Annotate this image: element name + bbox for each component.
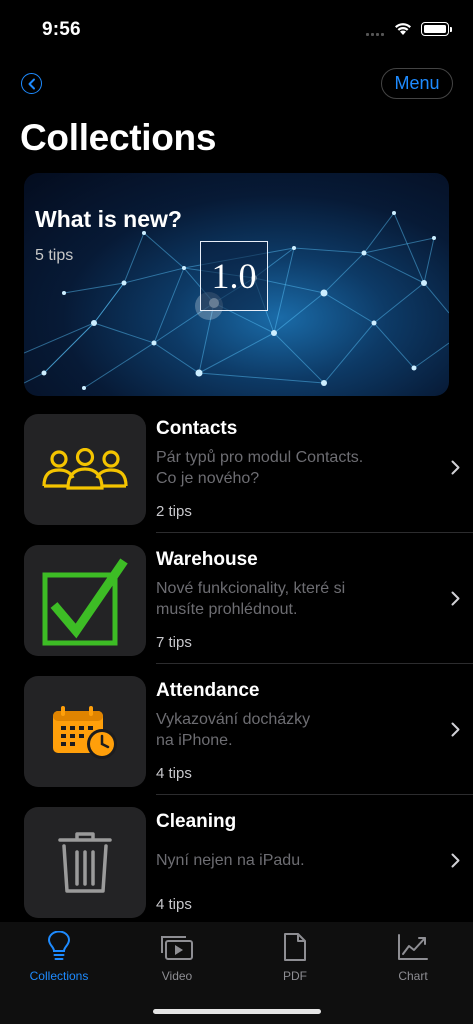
description-line: Nyní nejen na iPadu. — [156, 852, 305, 869]
collection-description: Pár typů pro modul Contacts. Co je novéh… — [156, 447, 416, 489]
menu-button[interactable]: Menu — [381, 68, 453, 99]
battery-icon — [421, 22, 452, 36]
description-line: musíte prohlédnout. — [156, 601, 298, 618]
collection-tips-count: 7 tips — [156, 634, 192, 651]
version-badge: 1.0 — [200, 241, 268, 311]
description-line: Co je nového? — [156, 470, 260, 487]
collection-title: Cleaning — [156, 811, 237, 832]
description-line: Vykazování docházky — [156, 711, 311, 728]
tab-label: PDF — [283, 969, 307, 983]
chevron-left-icon — [28, 78, 35, 89]
trash-icon — [58, 831, 112, 893]
collection-icon-tile — [24, 414, 146, 525]
collection-icon-tile — [24, 676, 146, 787]
hero-title: What is new? — [35, 206, 182, 232]
collection-title: Attendance — [156, 680, 260, 701]
video-stack-icon — [161, 936, 193, 960]
description-line: Nové funkcionality, které si — [156, 580, 346, 597]
chevron-right-icon — [451, 722, 460, 737]
collection-tips-count: 4 tips — [156, 765, 192, 782]
chevron-right-icon — [451, 853, 460, 868]
page-title: Collections — [20, 117, 217, 158]
collection-description: Nyní nejen na iPadu. — [156, 850, 416, 871]
collection-description: Nové funkcionality, které si musíte proh… — [156, 578, 416, 620]
document-icon — [284, 933, 306, 961]
status-bar: 9:56 — [0, 0, 473, 56]
tab-label: Chart — [398, 969, 428, 983]
collection-item-attendance[interactable]: Attendance Vykazování docházky na iPhone… — [24, 676, 473, 787]
people-group-icon — [42, 447, 128, 490]
collection-title: Contacts — [156, 418, 238, 439]
collection-item-cleaning[interactable]: Cleaning Nyní nejen na iPadu. 4 tips — [24, 807, 473, 918]
lightbulb-icon — [48, 931, 70, 960]
cellular-signal-icon — [366, 33, 384, 36]
description-line: Pár typů pro modul Contacts. — [156, 449, 364, 466]
collection-description: Vykazování docházky na iPhone. — [156, 709, 416, 751]
hero-tips-count: 5 tips — [35, 247, 74, 264]
collection-tips-count: 2 tips — [156, 503, 192, 520]
tab-collections[interactable]: Collections — [0, 922, 118, 992]
tab-pdf[interactable]: PDF — [236, 922, 354, 992]
wifi-icon — [395, 23, 411, 35]
tab-video[interactable]: Video — [118, 922, 236, 992]
calendar-clock-icon — [53, 705, 117, 759]
collection-icon-tile — [24, 807, 146, 918]
collection-tips-count: 4 tips — [156, 896, 192, 913]
home-indicator — [153, 1009, 321, 1014]
collection-icon-tile — [24, 545, 146, 656]
divider — [156, 794, 473, 795]
collection-item-contacts[interactable]: Contacts Pár typů pro modul Contacts. Co… — [24, 414, 473, 525]
back-button[interactable] — [21, 73, 42, 94]
hero-card-what-is-new[interactable]: What is new? 5 tips 1.0 — [24, 173, 449, 396]
description-line: na iPhone. — [156, 732, 233, 749]
status-time: 9:56 — [42, 19, 81, 40]
line-chart-icon — [398, 934, 428, 960]
divider — [156, 532, 473, 533]
tab-label: Video — [161, 969, 193, 983]
tab-chart[interactable]: Chart — [354, 922, 472, 992]
collection-title: Warehouse — [156, 549, 258, 570]
tab-label: Collections — [29, 969, 89, 983]
chevron-right-icon — [451, 591, 460, 606]
checkbox-checked-icon — [42, 557, 128, 645]
chevron-right-icon — [451, 460, 460, 475]
divider — [156, 663, 473, 664]
collection-item-warehouse[interactable]: Warehouse Nové funkcionality, které si m… — [24, 545, 473, 656]
